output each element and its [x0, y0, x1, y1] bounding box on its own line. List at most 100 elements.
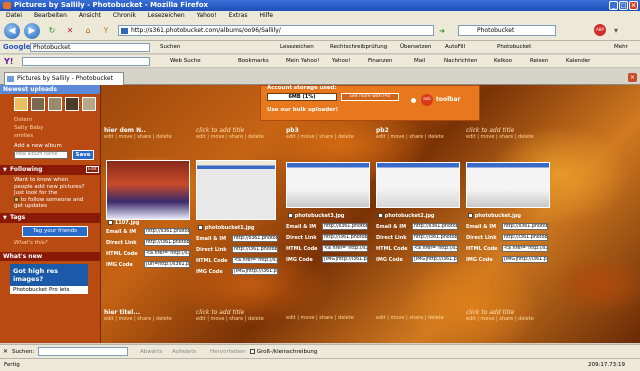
photo-thumbnail[interactable] — [376, 162, 460, 208]
match-case-checkbox[interactable]: Groß-/kleinschreibung — [250, 345, 317, 359]
google-translate[interactable]: Übersetzen — [400, 41, 431, 54]
photo-title[interactable]: click to add title — [196, 309, 284, 316]
adblock-icon[interactable]: ABP — [594, 24, 606, 36]
photo-thumbnail[interactable] — [286, 162, 370, 208]
stop-icon[interactable]: ✕ — [64, 25, 76, 37]
photo-title[interactable]: click to add title — [466, 309, 554, 316]
promo-title[interactable]: Got high res images? — [10, 263, 88, 286]
menu-yahoo[interactable]: Yahoo! — [197, 12, 217, 19]
photo-actions[interactable]: edit | move | share | delete — [376, 315, 464, 321]
photo-actions[interactable]: edit | move | share | delete — [466, 316, 554, 322]
upload-thumb[interactable] — [65, 97, 79, 111]
direct-field[interactable]: http://i361.photob — [232, 246, 278, 253]
upload-thumb[interactable] — [31, 97, 45, 111]
photo-actions[interactable]: edit | move | share | delete — [466, 134, 554, 140]
img-field[interactable]: [IMG]http://i361.ph — [502, 256, 548, 263]
email-field[interactable]: http://s361.photob — [144, 228, 190, 235]
save-album-button[interactable]: Save — [72, 150, 94, 160]
find-input[interactable] — [38, 347, 128, 356]
google-search-button[interactable]: Suchen — [160, 41, 180, 54]
menu-edit[interactable]: Bearbeiten — [34, 12, 67, 19]
google-photobucket-link[interactable]: Photobucket — [497, 41, 531, 54]
photo-thumbnail[interactable] — [106, 160, 190, 220]
photo-title[interactable]: click to add title — [196, 127, 284, 134]
html-field[interactable]: <a href="http://s361 — [412, 245, 458, 252]
minimize-button[interactable]: _ — [609, 1, 618, 10]
yahoo-mail[interactable]: Mail — [414, 55, 425, 68]
img-field[interactable]: [IMG]http://i361.ph — [322, 256, 368, 263]
photo-title[interactable]: click to add title — [466, 127, 554, 134]
photo-actions[interactable]: edit | move | share | delete — [376, 134, 464, 140]
select-checkbox[interactable] — [108, 220, 113, 225]
album-link-ostern[interactable]: Ostern — [0, 116, 100, 124]
yahoo-finance[interactable]: Finanzen — [368, 55, 392, 68]
photo-title[interactable]: hier titel... — [104, 309, 192, 316]
select-checkbox[interactable] — [198, 225, 203, 230]
select-checkbox[interactable] — [468, 213, 473, 218]
album-link-smilies[interactable]: smilies — [0, 132, 100, 140]
yahoo-home[interactable]: Yahoo! — [332, 55, 350, 68]
back-icon[interactable]: ◀ — [4, 23, 20, 39]
get-more-pro-button[interactable]: Get more with Pro — [341, 93, 399, 101]
upload-thumb[interactable] — [14, 97, 28, 111]
select-checkbox[interactable] — [288, 213, 293, 218]
close-find-icon[interactable]: ✕ — [3, 345, 8, 359]
photo-title[interactable]: pb2 — [376, 127, 464, 134]
email-field[interactable]: http://s361.photob — [232, 235, 278, 242]
highlight-button[interactable]: Hervorheben — [210, 345, 246, 359]
email-field[interactable]: http://s361.photob — [322, 223, 368, 230]
google-search-input[interactable]: Photobucket — [30, 43, 150, 52]
photo-thumbnail[interactable] — [196, 160, 276, 220]
email-field[interactable]: http://s361.photob — [412, 223, 458, 230]
close-button[interactable]: × — [629, 1, 638, 10]
photo-actions[interactable]: edit | move | share | delete — [104, 316, 192, 322]
menu-view[interactable]: Ansicht — [79, 12, 101, 19]
address-bar[interactable]: http://s361.photobucket.com/albums/oo96/… — [118, 25, 434, 36]
collapse-following-icon[interactable]: ▼ — [3, 167, 7, 173]
google-autofill[interactable]: AutoFill — [445, 41, 465, 54]
bulk-uploader-link[interactable]: Use our bulk uploader! — [267, 107, 338, 113]
photo-title[interactable]: hier dem N.. — [104, 127, 192, 134]
google-more[interactable]: Mehr — [614, 41, 628, 54]
find-next-button[interactable]: Abwärts — [140, 345, 162, 359]
new-album-input[interactable]: new album name — [14, 151, 68, 159]
img-field[interactable]: [IMG]http://i361.ph — [232, 268, 278, 275]
yahoo-search-input[interactable] — [22, 57, 150, 66]
img-field[interactable]: [url=http://s361.pho — [144, 261, 190, 268]
menu-help[interactable]: Hilfe — [259, 12, 273, 19]
reload-icon[interactable]: ↻ — [46, 25, 58, 37]
search-box[interactable]: Photobucket — [458, 25, 556, 36]
edit-following-button[interactable]: Edit — [86, 166, 99, 173]
album-link-salty-baby[interactable]: Salty Baby — [0, 124, 100, 132]
close-tab-icon[interactable]: × — [628, 73, 637, 82]
photo-actions[interactable]: edit | move | share | delete — [196, 316, 284, 322]
html-field[interactable]: <a href="http://s361 — [322, 245, 368, 252]
yahoo-my-yahoo[interactable]: Mein Yahoo! — [286, 55, 319, 68]
yahoo-logo-icon[interactable]: Y! — [4, 55, 13, 68]
go-arrow-icon[interactable]: ➜ — [436, 25, 448, 37]
whats-this-link[interactable]: What's this? — [0, 239, 100, 247]
tab-photobucket[interactable]: Pictures by Sallily - Photobucket — [4, 72, 124, 85]
menu-bookmarks[interactable]: Lesezeichen — [148, 12, 185, 19]
img-field[interactable]: [IMG]http://i361.ph — [412, 256, 458, 263]
upload-thumb[interactable] — [82, 97, 96, 111]
html-field[interactable]: <a href="http://s361 — [232, 257, 278, 264]
home-icon[interactable]: ⌂ — [82, 25, 94, 37]
yahoo-kelkoo[interactable]: Kelkoo — [494, 55, 512, 68]
upload-thumb[interactable] — [48, 97, 62, 111]
html-field[interactable]: <a href="http://s361 — [502, 245, 548, 252]
find-previous-button[interactable]: Aufwärts — [172, 345, 196, 359]
menu-file[interactable]: Datei — [6, 12, 22, 19]
select-checkbox[interactable] — [378, 213, 383, 218]
photo-actions[interactable]: edit | move | share | delete — [196, 134, 284, 140]
menu-tools[interactable]: Extras — [229, 12, 248, 19]
tag-friends-button[interactable]: Tag your friends — [22, 225, 88, 237]
collapse-tags-icon[interactable]: ▼ — [3, 215, 7, 221]
yahoo-icon[interactable]: Y — [100, 25, 112, 37]
photo-actions[interactable]: edit | move | share | delete — [286, 315, 374, 321]
yahoo-web-search[interactable]: Web Suche — [170, 55, 201, 68]
direct-field[interactable]: http://i361.photob — [502, 234, 548, 241]
email-field[interactable]: http://s361.photob — [502, 223, 548, 230]
forward-icon[interactable]: ▶ — [24, 23, 40, 39]
photo-thumbnail[interactable] — [466, 162, 550, 208]
